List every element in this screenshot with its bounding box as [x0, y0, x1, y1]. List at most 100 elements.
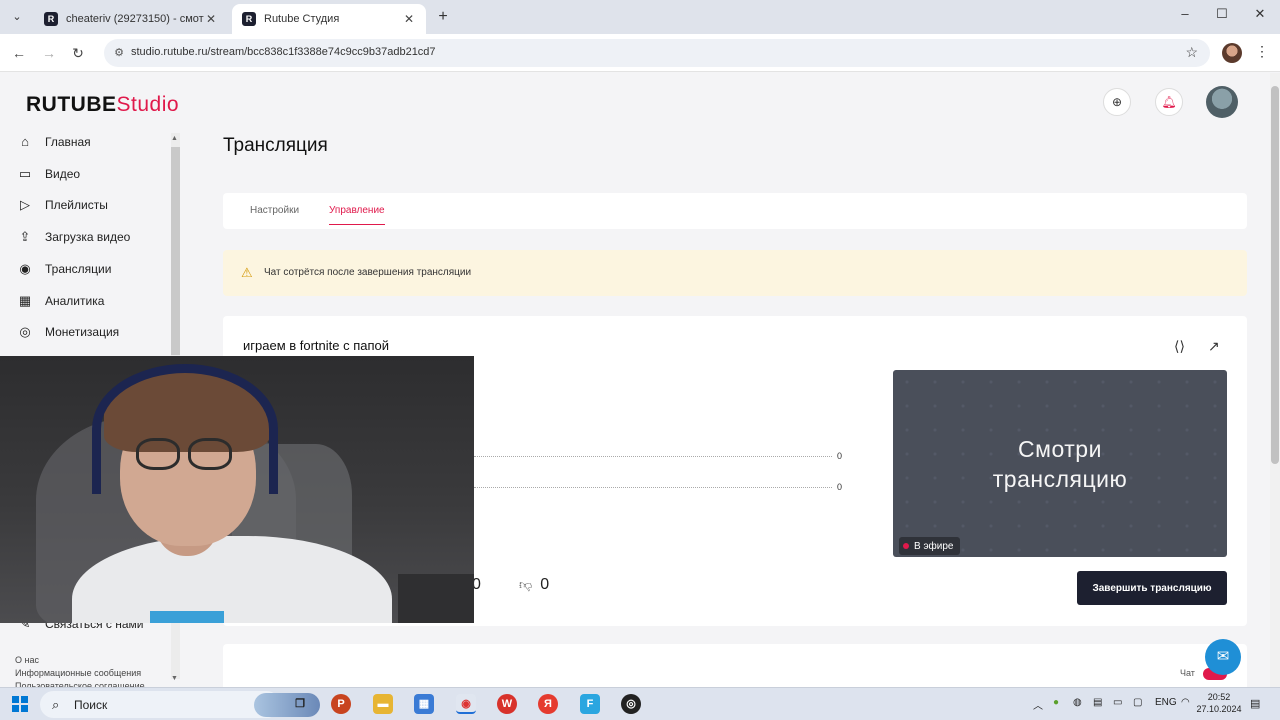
sidebar-item-label: Видео — [45, 167, 81, 181]
sidebar-item-label: Трансляции — [45, 262, 112, 276]
stat-value-1: 0 — [837, 451, 843, 461]
analytics-icon: ▦ — [18, 293, 32, 308]
maximize-icon[interactable]: ☐ — [1207, 6, 1237, 22]
forward-arrow-icon[interactable]: → — [40, 44, 58, 62]
page-scrollbar-thumb[interactable] — [1271, 86, 1279, 464]
sidebar-item-video[interactable]: ▭ Видео — [16, 163, 80, 185]
store-app-icon[interactable]: ▦ — [414, 694, 434, 714]
clock-date: 27.10.2024 — [1196, 704, 1242, 714]
task-view-icon[interactable]: ❐ — [290, 694, 310, 714]
reload-icon[interactable]: ↻ — [69, 44, 87, 62]
webcam-shirt-detail — [150, 611, 224, 623]
tab-settings[interactable]: Настройки — [250, 205, 299, 216]
share-icon[interactable]: ⟨⟩ — [1174, 338, 1185, 355]
chrome-app-icon[interactable]: ◉ — [456, 694, 476, 714]
sidebar-item-monetization[interactable]: ◎ Монетизация — [16, 321, 119, 343]
sidebar-item-playlists[interactable]: ▷ Плейлисты — [16, 194, 108, 216]
clock-time: 20:52 — [1207, 692, 1231, 702]
stream-preview[interactable]: Смотри трансляцию В эфире — [893, 370, 1227, 557]
taskbar-search[interactable]: ⌕ Поиск — [40, 691, 320, 718]
tab-title: cheateriv (29273150) - смотре... — [66, 13, 204, 25]
tab-list-chevron-icon[interactable]: ⌄ — [8, 8, 26, 26]
dislikes-count: 0 — [540, 576, 550, 593]
tray-app-icon[interactable]: ● — [1053, 697, 1059, 708]
support-chat-icon[interactable]: ✉ — [1205, 639, 1241, 675]
sidebar-item-label: Плейлисты — [45, 198, 108, 212]
webcam-overlay — [0, 356, 474, 623]
page-tabs: Настройки Управление — [223, 193, 1247, 229]
site-info-icon[interactable]: ⚙ — [112, 46, 126, 60]
search-label: Поиск — [74, 698, 108, 712]
browser-tab-cheateriv[interactable]: R cheateriv (29273150) - смотре... ✕ — [34, 4, 228, 34]
end-stream-button[interactable]: Завершить трансляцию — [1077, 571, 1227, 605]
preview-line-1: Смотри — [1018, 436, 1102, 462]
open-external-icon[interactable]: ↗ — [1208, 338, 1220, 355]
playlist-icon: ▷ — [20, 197, 30, 212]
video-icon: ▭ — [18, 166, 32, 181]
minimize-icon[interactable]: – — [1170, 6, 1200, 21]
upload-icon: ⇪ — [19, 229, 31, 244]
browser-profile-avatar[interactable] — [1222, 43, 1242, 63]
webcam-background-object — [398, 574, 474, 623]
sidebar-item-upload[interactable]: ⇪ Загрузка видео — [16, 226, 131, 248]
windows-start-icon[interactable] — [12, 696, 28, 712]
address-bar[interactable]: ⚙ studio.rutube.ru/stream/bcc838c1f3388e… — [104, 39, 1210, 67]
chat-warning-banner: ⚠ Чат сотрётся после завершения трансляц… — [223, 250, 1247, 296]
wps-app-icon[interactable]: W — [497, 694, 517, 714]
scroll-up-icon[interactable]: ▲ — [171, 135, 178, 142]
yandex-browser-icon[interactable]: Я — [538, 694, 558, 714]
back-arrow-icon[interactable]: ← — [10, 44, 28, 62]
tab-title: Rutube Студия — [264, 13, 340, 25]
language-indicator[interactable]: ENG — [1155, 697, 1177, 708]
logo-main: RUTUBE — [26, 93, 117, 116]
dislike-icon: 👎︎ — [519, 577, 533, 592]
webcam-headphones — [92, 364, 278, 494]
broadcast-icon: ◉ — [19, 261, 31, 276]
search-highlight-art — [254, 693, 320, 717]
window-close-icon[interactable]: ✕ — [1245, 6, 1275, 22]
rutube-studio-logo[interactable]: RUTUBEStudio — [26, 93, 179, 117]
user-avatar[interactable] — [1206, 86, 1238, 118]
scroll-down-icon[interactable]: ▼ — [171, 675, 178, 682]
warning-triangle-icon: ⚠ — [241, 265, 253, 280]
sidebar-item-home[interactable]: ⌂ Главная — [16, 131, 91, 153]
browser-tab-bar: ⌄ R cheateriv (29273150) - смотре... ✕ R… — [0, 0, 1280, 34]
bookmark-star-icon[interactable]: ☆ — [1185, 44, 1198, 61]
chat-label: Чат — [1180, 668, 1195, 678]
wifi-icon[interactable]: ◠ — [1181, 697, 1190, 708]
browser-tab-rutube-studio[interactable]: R Rutube Студия ✕ — [232, 4, 426, 34]
new-tab-plus-icon[interactable]: + — [434, 8, 452, 26]
fortnite-app-icon[interactable]: F — [580, 694, 600, 714]
taskbar-clock[interactable]: 20:52 27.10.2024 — [1196, 691, 1242, 715]
sidebar-item-label: Аналитика — [45, 294, 105, 308]
notifications-bell-icon[interactable]: 🔔︎ — [1155, 88, 1183, 116]
file-explorer-icon[interactable]: ▬ — [373, 694, 393, 714]
notification-center-icon[interactable]: ▤ — [1250, 697, 1260, 710]
browser-menu-icon[interactable]: ⋮ — [1255, 43, 1269, 60]
webcam-glasses-left — [136, 438, 180, 470]
tray-camera-icon[interactable]: ◍ — [1073, 697, 1082, 708]
tray-overflow-chevron-icon[interactable]: ︿ — [1033, 697, 1043, 712]
chat-card — [223, 644, 1247, 688]
obs-app-icon[interactable]: ◎ — [621, 694, 641, 714]
tray-battery-icon[interactable]: ▭ — [1113, 697, 1122, 708]
url-text: studio.rutube.ru/stream/bcc838c1f3388e74… — [131, 46, 436, 58]
footer-link-about[interactable]: О нас — [15, 655, 39, 665]
tab-management[interactable]: Управление — [329, 205, 385, 225]
stream-title: играем в fortnite с папой — [243, 338, 390, 353]
sidebar-scrollbar-thumb[interactable] — [171, 147, 180, 355]
tray-display-icon[interactable]: ▢ — [1133, 697, 1142, 708]
close-tab-icon[interactable]: ✕ — [204, 12, 218, 26]
tray-clipboard-icon[interactable]: ▤ — [1093, 697, 1102, 708]
warning-text: Чат сотрётся после завершения трансляции — [264, 267, 472, 278]
footer-link-info[interactable]: Информационные сообщения — [15, 668, 141, 678]
monetization-icon: ◎ — [19, 324, 31, 339]
sidebar-item-analytics[interactable]: ▦ Аналитика — [16, 290, 105, 312]
sidebar-item-label: Загрузка видео — [45, 230, 131, 244]
close-tab-icon[interactable]: ✕ — [402, 12, 416, 26]
sidebar-item-broadcasts[interactable]: ◉ Трансляции — [16, 258, 111, 280]
powerpoint-app-icon[interactable]: P — [331, 694, 351, 714]
create-plus-icon[interactable]: ⊕ — [1103, 88, 1131, 116]
dislikes: 👎︎ 0 — [519, 576, 549, 594]
live-dot-icon — [903, 543, 909, 549]
